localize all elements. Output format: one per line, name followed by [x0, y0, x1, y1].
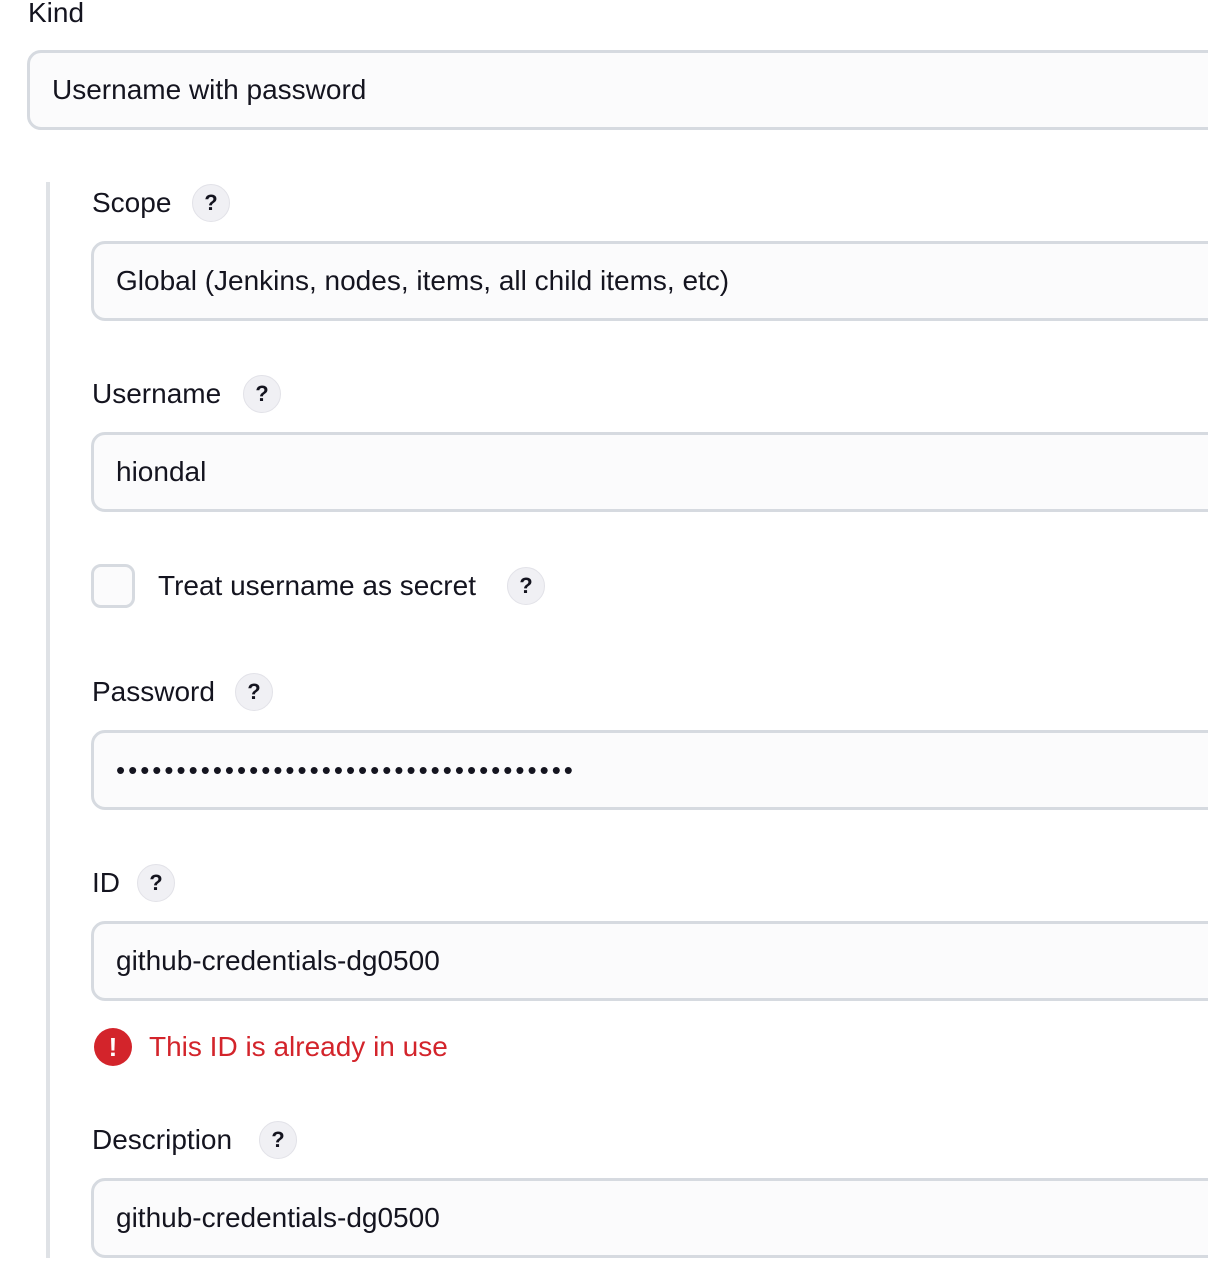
treat-username-secret-help-icon[interactable]: ? — [507, 567, 545, 605]
username-input[interactable]: hiondal — [91, 432, 1208, 512]
id-error-message: This ID is already in use — [149, 1031, 448, 1062]
kind-select[interactable]: Username with password — [27, 50, 1208, 130]
scope-select[interactable]: Global (Jenkins, nodes, items, all child… — [91, 241, 1208, 321]
id-help-icon[interactable]: ? — [137, 864, 175, 902]
treat-username-secret-label: Treat username as secret — [158, 570, 476, 601]
description-help-icon[interactable]: ? — [259, 1121, 297, 1159]
description-label: Description — [92, 1124, 233, 1155]
password-label: Password — [92, 676, 215, 707]
id-label: ID — [92, 867, 120, 898]
scope-label: Scope — [92, 187, 172, 218]
password-input[interactable]: •••••••••••••••••••••••••••••••••••••• — [91, 730, 1208, 810]
section-divider — [46, 182, 50, 1258]
scope-help-icon[interactable]: ? — [192, 184, 230, 222]
error-icon: ! — [94, 1028, 132, 1066]
username-help-icon[interactable]: ? — [243, 375, 281, 413]
description-input[interactable]: github-credentials-dg0500 — [91, 1178, 1208, 1258]
treat-username-secret-checkbox[interactable] — [91, 564, 135, 608]
id-input[interactable]: github-credentials-dg0500 — [91, 921, 1208, 1001]
password-help-icon[interactable]: ? — [235, 673, 273, 711]
kind-label: Kind — [28, 0, 85, 28]
username-label: Username — [92, 378, 222, 409]
